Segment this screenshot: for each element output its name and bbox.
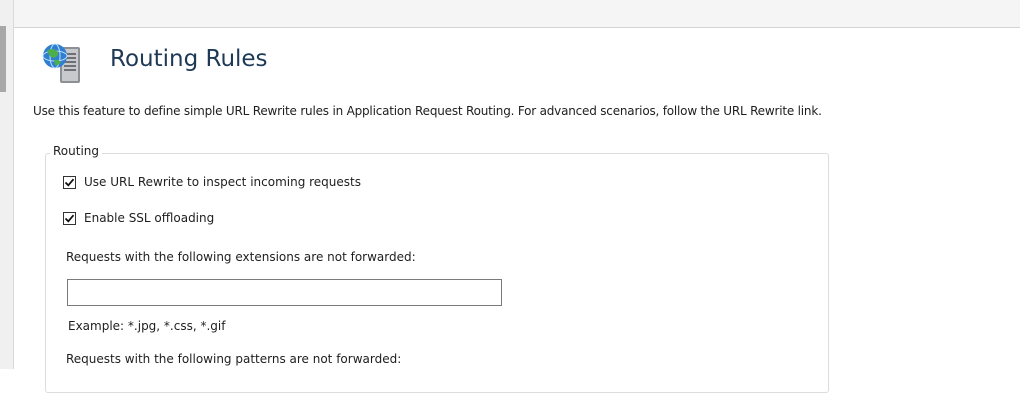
routing-group-legend: Routing [50,144,103,158]
checkmark-icon [64,178,75,187]
use-url-rewrite-checkbox[interactable] [63,175,76,189]
pane-splitter[interactable] [0,26,6,92]
enable-ssl-offloading-label: Enable SSL offloading [84,211,215,225]
top-toolbar-band [14,0,1020,27]
patterns-label: Requests with the following patterns are… [66,352,402,366]
enable-ssl-offloading-checkbox[interactable] [63,211,76,225]
left-pane-edge [0,0,14,369]
enable-ssl-offloading-option[interactable]: Enable SSL offloading [63,209,214,227]
feature-description: Use this feature to define simple URL Re… [33,104,822,118]
use-url-rewrite-option[interactable]: Use URL Rewrite to inspect incoming requ… [63,173,361,191]
globe-server-icon [40,41,88,85]
extensions-example: Example: *.jpg, *.css, *.gif [68,319,226,333]
use-url-rewrite-label: Use URL Rewrite to inspect incoming requ… [84,175,361,189]
page-title: Routing Rules [110,46,268,72]
extensions-label: Requests with the following extensions a… [66,250,416,264]
extensions-input[interactable] [67,279,502,306]
checkmark-icon [64,214,75,223]
